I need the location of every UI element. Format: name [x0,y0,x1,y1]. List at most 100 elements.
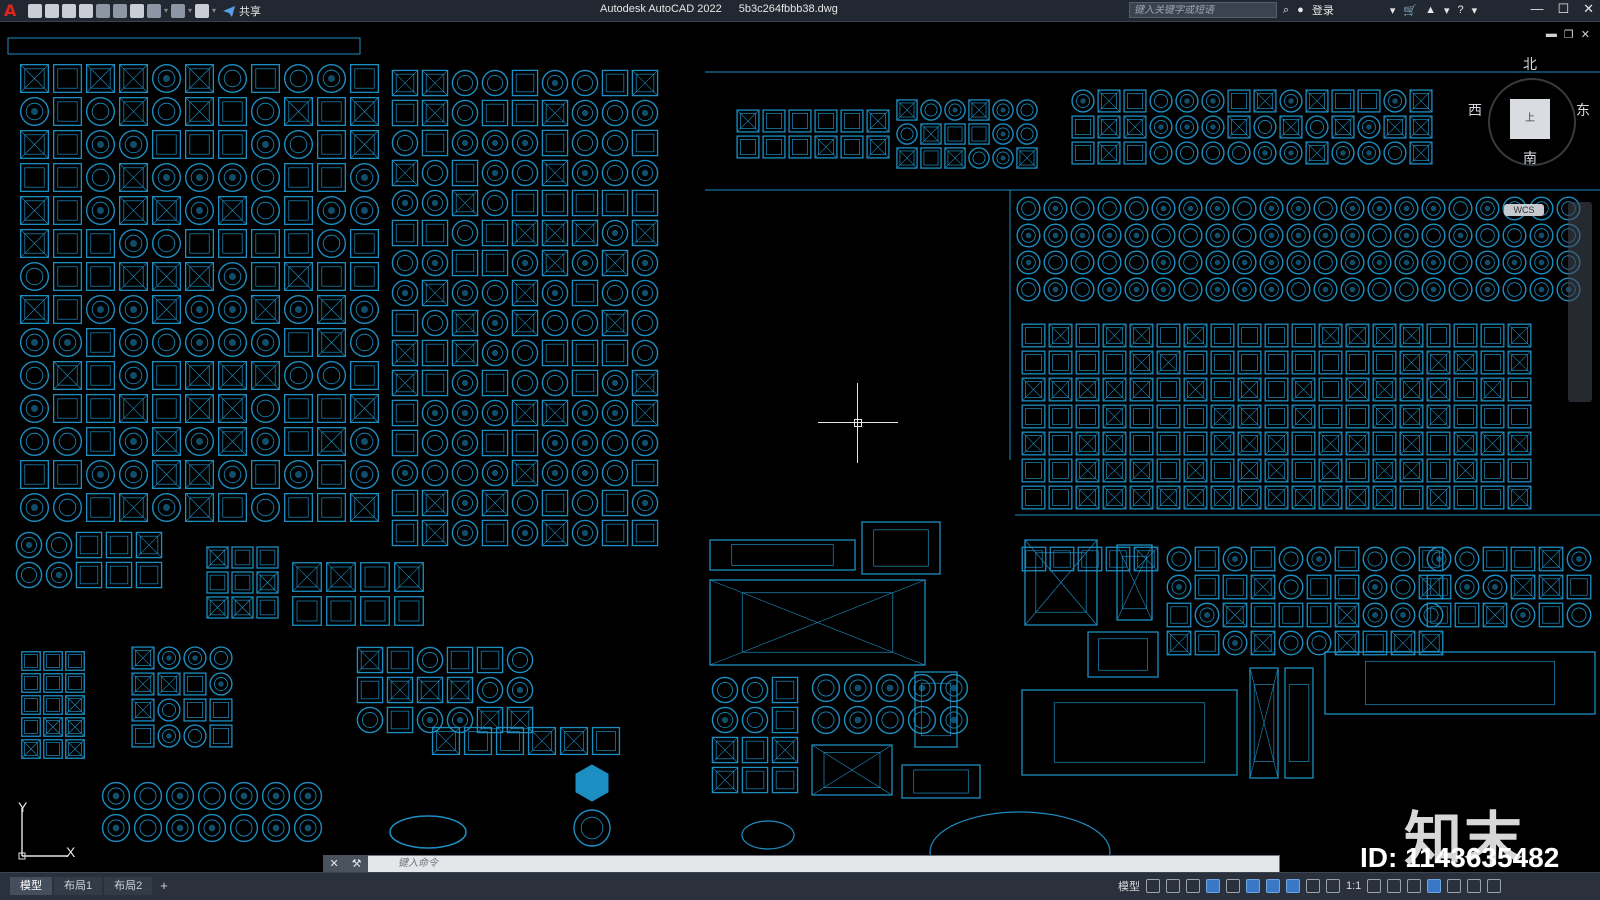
maximize-icon[interactable]: ☐ [1557,1,1569,17]
undo-icon[interactable] [147,3,161,18]
polar-icon[interactable] [1206,879,1220,893]
clean-screen-icon[interactable] [1467,879,1482,893]
command-input[interactable]: 键入命令 [370,855,1275,872]
pattern-medallion-inner [1237,201,1252,216]
chevron-down-icon[interactable]: ▾ [188,6,192,15]
viewcube-west[interactable]: 西 [1468,100,1482,120]
chevron-down-icon[interactable]: ▾ [1472,4,1478,17]
pattern-panel-inner [1241,354,1258,371]
pattern-medallion-core [641,499,649,507]
plot-preview-icon[interactable] [113,3,127,18]
close-icon[interactable]: ✕ [329,857,338,870]
close-icon[interactable]: ✕ [1583,1,1594,17]
file-name: 5b3c264fbbb38.dwg [738,3,838,15]
pattern-medallion-core [229,339,236,346]
gear-icon[interactable] [1367,879,1382,893]
viewcube-east[interactable]: 东 [1576,100,1590,120]
chevron-down-icon[interactable]: ▾ [164,6,168,15]
pattern-medallion-core [491,349,499,357]
customize-menu-icon[interactable] [1487,879,1502,893]
wrench-icon[interactable]: ⚒ [352,857,362,870]
pattern-medallion-inner [1283,579,1299,595]
pattern-panel-inner [364,566,386,588]
pattern-panel-inner [135,728,151,744]
pattern-panel-inner [425,133,445,153]
annotation-scale-value[interactable]: 1:1 [1346,880,1361,892]
pattern-medallion-inner [517,375,533,391]
pattern-panel-inner [515,193,535,213]
snap-icon[interactable] [1166,879,1180,893]
isodraft-icon[interactable] [1226,879,1240,893]
viewcube-south[interactable]: 南 [1523,148,1537,168]
pattern-medallion-inner [547,375,563,391]
help-icon[interactable]: ? [1457,4,1463,16]
pattern-panel-inner [321,497,342,518]
pattern-panel-inner [1430,462,1447,479]
model-space-button[interactable]: 模型 [1118,878,1140,894]
drawing-canvas[interactable]: ▬ ❐ ✕ 北 南 东 西 上 WCS X Y 知末 [0,22,1600,870]
autodesk-app-icon[interactable]: ▲ [1425,4,1436,16]
viewcube-north[interactable]: 北 [1523,54,1537,74]
pattern-medallion-inner [747,682,763,698]
save-icon[interactable] [62,3,76,18]
tab-layout1[interactable]: 布局1 [54,877,103,895]
hardware-acceleration-icon[interactable] [1447,879,1462,893]
chevron-down-icon[interactable]: ▾ [212,6,216,15]
pattern-medallion-core [1316,556,1322,562]
pattern-medallion-inner [517,495,533,511]
login-label[interactable]: 登录 [1312,2,1334,18]
search-icon[interactable]: ⌕ [1283,4,1289,17]
redo-icon[interactable] [171,3,185,18]
tab-layout2[interactable]: 布局2 [104,877,153,895]
add-layout-button[interactable]: + [154,877,174,895]
open-icon[interactable] [45,3,59,18]
tab-model[interactable]: 模型 [10,877,52,895]
saveas-icon[interactable] [79,3,93,18]
object-snap-icon[interactable] [1266,879,1280,893]
autocad-logo-icon[interactable]: A [4,1,22,20]
annotation-scale-icon[interactable] [1326,879,1340,893]
viewport-minimize-icon[interactable]: ▬ [1546,28,1557,41]
viewport-close-icon[interactable]: ✕ [1581,28,1590,41]
pattern-medallion [601,129,629,157]
pattern-panel-inner [1457,327,1474,344]
pattern-medallion-core [1436,556,1442,562]
pattern-panel-inner [90,398,111,419]
pattern-medallion-inner [817,711,835,729]
pattern-medallion-inner [1395,551,1411,567]
viewcube[interactable]: 北 南 东 西 上 WCS [1468,54,1596,216]
minimize-icon[interactable]: — [1530,1,1543,17]
object-snap-tracking-icon[interactable] [1246,879,1260,893]
pattern-panel-inner [57,200,78,221]
ortho-icon[interactable] [1186,879,1200,893]
annotation-visibility-icon[interactable] [1286,879,1300,893]
share-icon [223,5,235,17]
pattern-panel-inner [395,103,415,123]
user-icon[interactable]: ● [1297,4,1304,16]
units-icon[interactable] [1407,879,1422,893]
share-button[interactable]: 共享 [222,3,261,19]
cart-icon[interactable]: 🛒 [1403,4,1417,17]
chevron-down-icon[interactable]: ▾ [1390,4,1396,17]
print-icon[interactable] [130,3,144,18]
pattern-panel-inner [635,193,655,213]
title-bar: A ▾ ▾ ▾ 共享 Autodesk AutoCAD 2022 5b3c264… [0,0,1600,22]
search-input[interactable]: 键入关键字或短语 [1129,2,1277,18]
plus-icon[interactable] [1387,879,1402,893]
pattern-panel-inner [1160,462,1177,479]
workspace-icon[interactable] [195,3,209,18]
pattern-panel-inner [745,740,765,760]
viewport-restore-icon[interactable]: ❐ [1564,28,1574,41]
publish-icon[interactable] [96,3,110,18]
wcs-menu[interactable]: WCS [1504,204,1544,216]
new-icon[interactable] [28,3,42,18]
viewcube-top-face[interactable]: 上 [1510,99,1550,139]
grid-icon[interactable] [1146,879,1160,893]
pattern-medallion-inner [817,679,835,697]
isolate-objects-icon[interactable] [1427,879,1442,893]
navigation-bar[interactable] [1568,202,1592,402]
auto-scale-icon[interactable] [1306,879,1320,893]
pattern-medallion-core [130,471,137,478]
chevron-down-icon[interactable]: ▾ [1444,4,1450,17]
pattern-ellipse [389,815,467,849]
